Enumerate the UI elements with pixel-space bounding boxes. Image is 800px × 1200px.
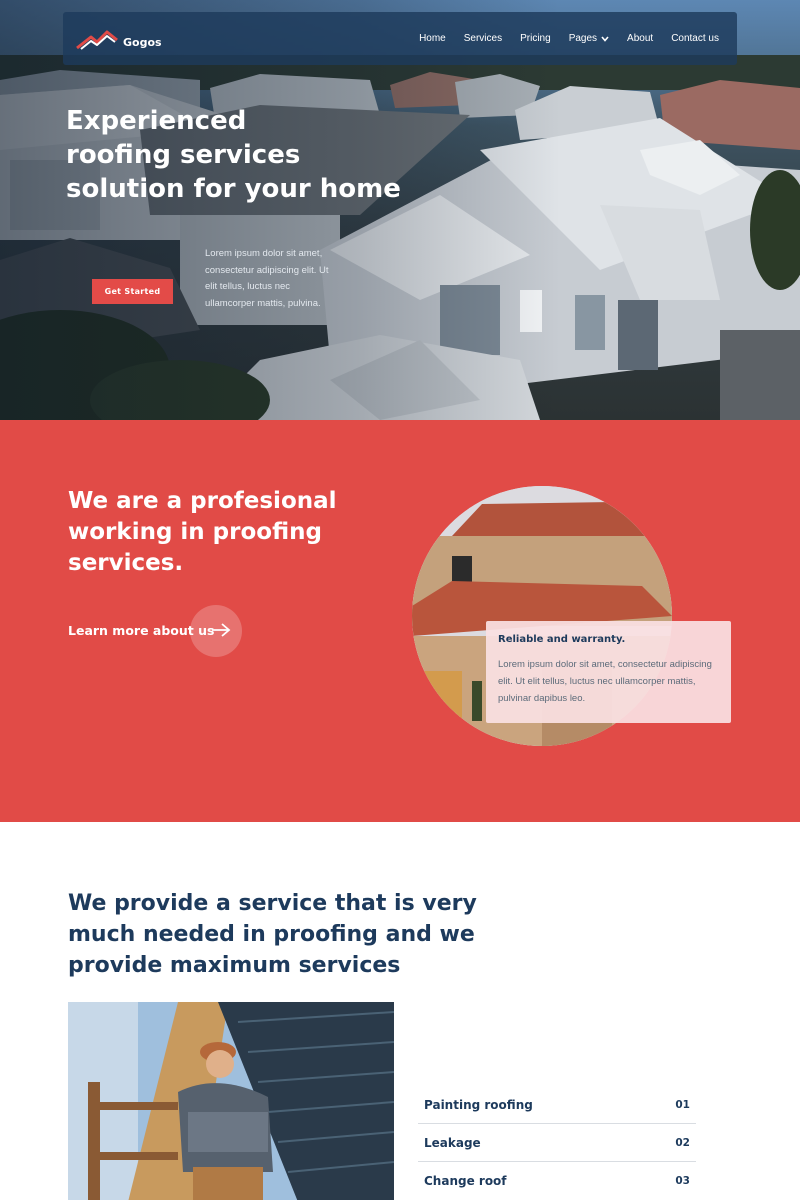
warranty-title: Reliable and warranty. (498, 634, 626, 645)
hero-section: Gogos Home Services Pricing Pages About … (0, 0, 800, 420)
nav-link-label: Pricing (520, 33, 551, 44)
hero-title-line: solution for your home (66, 174, 401, 204)
roof-house-icon (76, 30, 118, 50)
service-number: 01 (675, 1098, 690, 1111)
nav-link-pages[interactable]: Pages (560, 33, 618, 44)
chevron-down-icon (601, 35, 609, 42)
service-list: Painting roofing 01 Leakage 02 Change ro… (418, 1086, 696, 1200)
roofer-worker-image (68, 1002, 394, 1200)
nav-link-label: Home (419, 33, 446, 44)
warranty-description: Lorem ipsum dolor sit amet, consectetur … (498, 659, 712, 704)
service-item-change-roof[interactable]: Change roof 03 (418, 1162, 696, 1200)
services-section: We provide a service that is very much n… (0, 822, 800, 1200)
get-started-button[interactable]: Get Started (92, 279, 173, 304)
warranty-card: Reliable and warranty. Lorem ipsum dolor… (486, 621, 731, 723)
nav-link-label: Pages (568, 33, 598, 44)
services-title: We provide a service that is very much n… (68, 891, 477, 978)
arrow-right-icon (212, 623, 231, 637)
top-navbar: Gogos Home Services Pricing Pages About … (63, 12, 737, 65)
nav-link-home[interactable]: Home (410, 33, 455, 44)
nav-link-label: Services (463, 33, 503, 44)
nav-link-pricing[interactable]: Pricing (511, 33, 560, 44)
service-name: Change roof (424, 1174, 507, 1188)
about-title: We are a profesional working in proofing… (68, 488, 337, 576)
logo[interactable]: Gogos (75, 28, 162, 50)
nav-link-about[interactable]: About (618, 33, 662, 44)
learn-more-link[interactable]: Learn more about us (68, 605, 242, 657)
nav-link-label: Contact us (671, 33, 719, 44)
logo-text: Gogos (123, 36, 162, 49)
hero-title-line: Experienced (66, 106, 247, 136)
service-item-painting-roofing[interactable]: Painting roofing 01 (418, 1086, 696, 1124)
service-number: 03 (675, 1175, 690, 1187)
hero-title: Experienced roofing services solution fo… (66, 104, 426, 206)
service-item-leakage[interactable]: Leakage 02 (418, 1124, 696, 1162)
hero-description: Lorem ipsum dolor sit amet, consectetur … (205, 248, 329, 309)
service-number: 02 (675, 1136, 690, 1149)
nav-link-contact[interactable]: Contact us (662, 33, 719, 44)
service-name: Leakage (424, 1135, 481, 1150)
nav-links: Home Services Pricing Pages About Contac… (410, 33, 719, 44)
service-name: Painting roofing (424, 1097, 533, 1112)
nav-link-label: About (627, 33, 654, 44)
nav-link-services[interactable]: Services (455, 33, 511, 44)
hero-title-line: roofing services (66, 140, 301, 170)
about-section: We are a profesional working in proofing… (0, 420, 800, 822)
